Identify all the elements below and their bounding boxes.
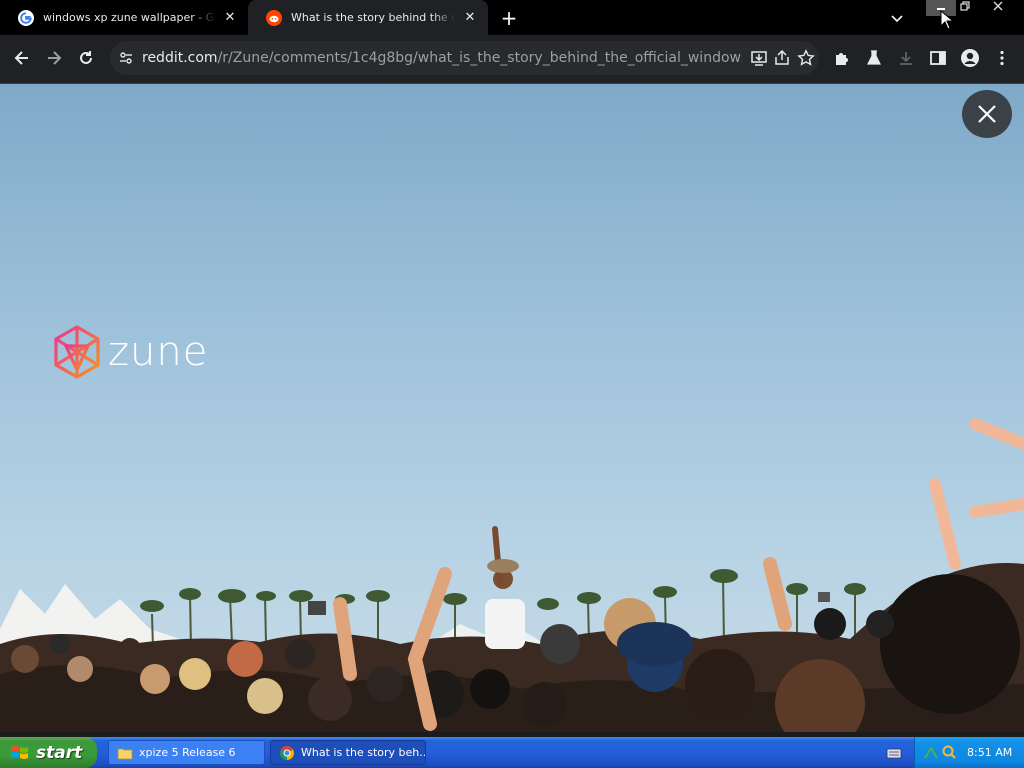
tab-search-chevron-icon[interactable] [888, 9, 906, 27]
taskbar: start xpize 5 Release 6 What is the stor… [0, 737, 1024, 768]
zune-mark-icon [54, 325, 100, 379]
chrome-icon [280, 745, 294, 760]
close-viewer-button[interactable] [962, 90, 1012, 138]
taskbar-item-chrome[interactable]: What is the story beh... [270, 740, 426, 765]
folder-icon [117, 748, 133, 759]
search-magnifier-icon[interactable] [941, 744, 957, 760]
image-viewer: zune [0, 84, 1024, 732]
labs-button[interactable] [859, 43, 889, 73]
zune-wordmark: zune [108, 329, 209, 375]
crowd-photo [0, 418, 1024, 732]
url-host: reddit.com [142, 50, 218, 66]
forward-arrow-icon [48, 51, 62, 65]
avatar-icon [961, 49, 979, 67]
window-close-button[interactable] [983, 0, 1013, 16]
zune-logo: zune [52, 324, 208, 380]
downloads-button[interactable] [891, 43, 921, 73]
taskbar-item-xpize[interactable]: xpize 5 Release 6 [108, 740, 265, 765]
address-bar[interactable]: reddit.com/r/Zune/comments/1c4g8bg/what_… [110, 41, 819, 75]
share-icon[interactable] [773, 49, 791, 67]
keyboard-icon[interactable] [886, 746, 902, 760]
close-icon [978, 105, 996, 123]
back-button[interactable] [7, 43, 37, 73]
system-tray: 8:51 AM [914, 737, 1024, 768]
puzzle-icon [836, 53, 848, 65]
tab-reddit-post[interactable]: What is the story behind the official wi… [248, 0, 488, 35]
extensions-button[interactable] [827, 43, 857, 73]
reload-icon [80, 51, 92, 64]
browser-toolbar: reddit.com/r/Zune/comments/1c4g8bg/what_… [0, 35, 1024, 84]
start-label: start [36, 742, 83, 763]
flask-icon [867, 50, 881, 65]
site-settings-icon[interactable] [119, 51, 133, 65]
browser-menu-button[interactable] [987, 43, 1017, 73]
new-tab-button[interactable]: + [498, 7, 520, 29]
tab-google-search[interactable]: windows xp zune wallpaper - Google Searc… [0, 0, 248, 35]
install-app-icon[interactable] [750, 49, 768, 67]
url-path: /r/Zune/comments/1c4g8bg/what_is_the_sto… [217, 50, 742, 66]
forward-button[interactable] [39, 43, 69, 73]
url-text[interactable]: reddit.com/r/Zune/comments/1c4g8bg/what_… [142, 41, 742, 75]
kebab-menu-icon [1000, 50, 1004, 66]
start-button[interactable]: start [0, 737, 97, 768]
google-icon [18, 9, 34, 26]
clock[interactable]: 8:51 AM [967, 737, 1012, 768]
tab-close-icon[interactable]: ✕ [222, 10, 238, 26]
bookmark-star-icon[interactable] [797, 49, 815, 67]
windows-flag-icon [11, 745, 28, 759]
back-arrow-icon [14, 51, 28, 65]
network-icon[interactable] [923, 744, 939, 760]
reload-button[interactable] [71, 43, 101, 73]
mouse-cursor-icon [940, 10, 954, 30]
side-panel-button[interactable] [923, 43, 953, 73]
taskbar-item-label: xpize 5 Release 6 [139, 746, 236, 759]
side-panel-icon [930, 51, 946, 65]
profile-button[interactable] [955, 43, 985, 73]
tab-strip: windows xp zune wallpaper - Google Searc… [0, 0, 1024, 35]
tab-title: windows xp zune wallpaper - Google Searc… [43, 11, 216, 24]
tab-title: What is the story behind the official wi… [291, 11, 456, 24]
download-icon [900, 52, 912, 65]
taskbar-item-label: What is the story beh... [301, 746, 426, 759]
restore-button[interactable] [950, 0, 980, 16]
tab-close-icon[interactable]: ✕ [462, 10, 478, 26]
reddit-icon [266, 9, 282, 26]
